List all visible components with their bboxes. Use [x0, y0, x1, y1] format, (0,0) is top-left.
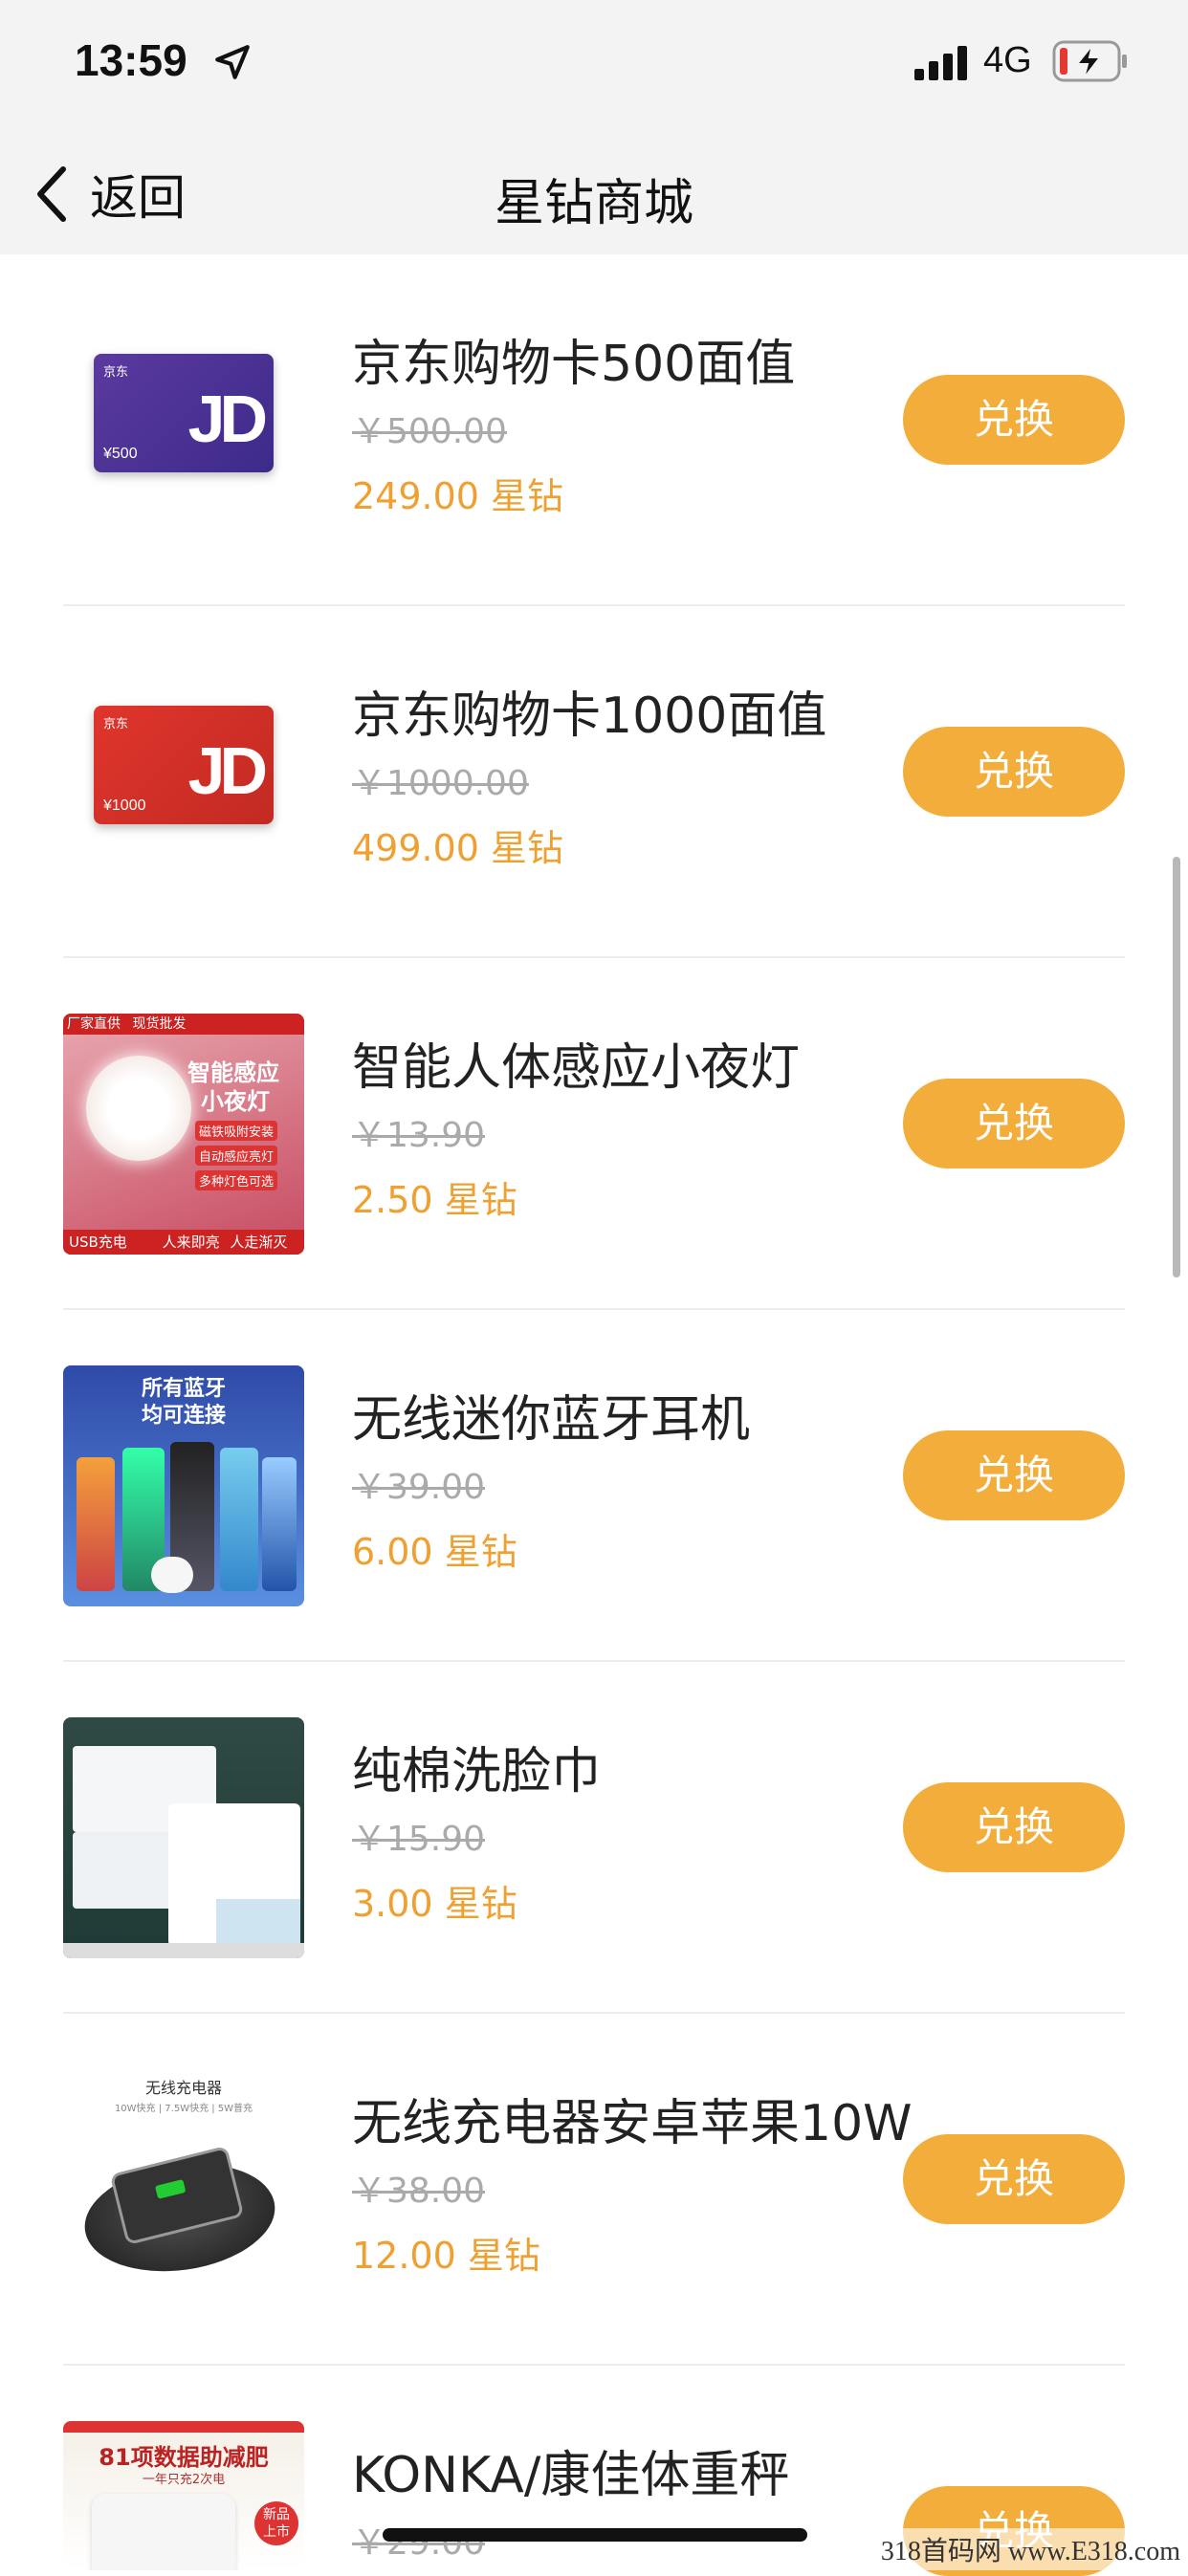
star-diamond-price: 499.00 星钻 — [352, 827, 564, 869]
phone-image — [77, 1457, 115, 1591]
thumb-tag: 人来即亮 — [162, 1233, 220, 1251]
thumb-feature: 磁铁吸附安装 — [195, 1121, 278, 1141]
card-value-label: ¥1000 — [103, 797, 146, 814]
product-item[interactable]: 厂家直供 现货批发 智能感应 小夜灯 磁铁吸附安装 自动感应亮灯 多种灯色可选 … — [0, 958, 1188, 1310]
original-price: ￥500.00 — [352, 412, 507, 451]
thumb-feature: 自动感应亮灯 — [195, 1146, 278, 1166]
product-name: 纯棉洗脸巾 — [352, 1743, 602, 1801]
product-thumbnail: 京东 JD ¥1000 — [63, 644, 304, 885]
status-time: 13:59 — [75, 35, 187, 85]
jd-mark: JD — [187, 733, 269, 808]
jd-gift-card-image: 京东 JD ¥1000 — [94, 706, 274, 824]
product-name: 无线迷你蓝牙耳机 — [352, 1391, 751, 1449]
product-item[interactable]: 无线充电器 10W快充 | 7.5W快充 | 5W普充 无线充电器安卓苹果10W… — [0, 2014, 1188, 2366]
product-name: 京东购物卡1000面值 — [352, 688, 827, 745]
product-list: 京东 JD ¥500 京东购物卡500面值 ￥500.00 249.00 星钻 … — [0, 254, 1188, 2576]
home-indicator[interactable] — [383, 2528, 807, 2542]
product-thumbnail — [63, 1717, 304, 1958]
status-bar: 13:59 4G — [0, 0, 1188, 134]
thumb-subline: 10W快充 | 7.5W快充 | 5W普充 — [114, 2104, 253, 2114]
new-badge: 新品 上市 — [254, 2501, 298, 2545]
scale-image — [92, 2494, 235, 2570]
thumb-tag: 现货批发 — [132, 1016, 187, 1032]
original-price: ￥15.90 — [352, 1820, 486, 1859]
product-name: 无线充电器安卓苹果10W — [352, 2095, 913, 2152]
thumb-headline: 均可连接 — [141, 1404, 226, 1428]
battery-charging-icon — [1052, 40, 1127, 82]
page-title: 星钻商城 — [494, 175, 693, 232]
star-diamond-price: 3.00 星钻 — [352, 1883, 517, 1925]
original-price: ￥39.00 — [352, 1468, 486, 1507]
scroll-indicator[interactable] — [1173, 857, 1180, 1277]
product-item[interactable]: 所有蓝牙 均可连接 无线迷你蓝牙耳机 ￥39.00 6.00 星钻 兑换 — [0, 1310, 1188, 1662]
product-item[interactable]: 纯棉洗脸巾 ￥15.90 3.00 星钻 兑换 — [0, 1662, 1188, 2014]
product-item[interactable]: 京东 JD ¥1000 京东购物卡1000面值 ￥1000.00 499.00 … — [0, 606, 1188, 958]
product-name: KONKA/康佳体重秤 — [352, 2447, 790, 2504]
original-price: ￥13.90 — [352, 1116, 486, 1155]
original-price: ￥1000.00 — [352, 764, 529, 803]
navigation-bar: 返回 星钻商城 — [0, 134, 1188, 254]
star-diamond-price: 6.00 星钻 — [352, 1531, 517, 1573]
original-price: ￥38.00 — [352, 2172, 486, 2211]
star-diamond-price: 249.00 星钻 — [352, 475, 564, 517]
product-thumbnail: 京东 JD ¥500 — [63, 293, 304, 534]
star-diamond-price: 12.00 星钻 — [352, 2235, 540, 2277]
exchange-button[interactable]: 兑换 — [903, 2134, 1125, 2224]
product-name: 智能人体感应小夜灯 — [352, 1039, 801, 1097]
product-thumbnail: 所有蓝牙 均可连接 — [63, 1365, 304, 1606]
thumb-tag: USB充电 — [69, 1233, 127, 1251]
network-label: 4G — [983, 40, 1032, 80]
signal-bars-icon — [914, 46, 967, 80]
jd-logo-icon: 京东 — [103, 717, 129, 731]
jd-mark: JD — [187, 382, 269, 456]
phone-image — [220, 1448, 258, 1591]
phone-image — [262, 1457, 297, 1591]
thumb-headline: 81项数据助减肥 — [99, 2444, 269, 2471]
thumb-headline: 小夜灯 — [201, 1088, 270, 1115]
thumb-tag: 人走渐灭 — [230, 1233, 288, 1251]
product-thumbnail: 厂家直供 现货批发 智能感应 小夜灯 磁铁吸附安装 自动感应亮灯 多种灯色可选 … — [63, 1014, 304, 1255]
product-name: 京东购物卡500面值 — [352, 336, 796, 393]
exchange-button[interactable]: 兑换 — [903, 1079, 1125, 1168]
card-value-label: ¥500 — [103, 446, 138, 462]
jd-logo-icon: 京东 — [103, 365, 129, 380]
night-light-image — [86, 1056, 191, 1161]
exchange-button[interactable]: 兑换 — [903, 375, 1125, 465]
thumb-tag: 厂家直供 — [67, 1016, 121, 1032]
jd-gift-card-image: 京东 JD ¥500 — [94, 354, 274, 472]
thumb-subline: 一年只充2次电 — [142, 2473, 226, 2487]
product-item[interactable]: 京东 JD ¥500 京东购物卡500面值 ￥500.00 249.00 星钻 … — [0, 254, 1188, 606]
earbud-image — [151, 1557, 193, 1593]
exchange-button[interactable]: 兑换 — [903, 727, 1125, 817]
exchange-button[interactable]: 兑换 — [903, 1430, 1125, 1520]
watermark: 318首码网 www.E318.com — [872, 2528, 1188, 2570]
exchange-button[interactable]: 兑换 — [903, 1782, 1125, 1872]
star-diamond-price: 2.50 星钻 — [352, 1179, 517, 1221]
thumb-feature: 多种灯色可选 — [195, 1170, 278, 1190]
location-arrow-icon — [215, 45, 250, 79]
product-thumbnail: 81项数据助减肥 一年只充2次电 新品 上市 — [63, 2421, 304, 2570]
thumb-headline: 无线充电器 — [144, 2079, 222, 2097]
product-thumbnail: 无线充电器 10W快充 | 7.5W快充 | 5W普充 — [63, 2069, 304, 2310]
